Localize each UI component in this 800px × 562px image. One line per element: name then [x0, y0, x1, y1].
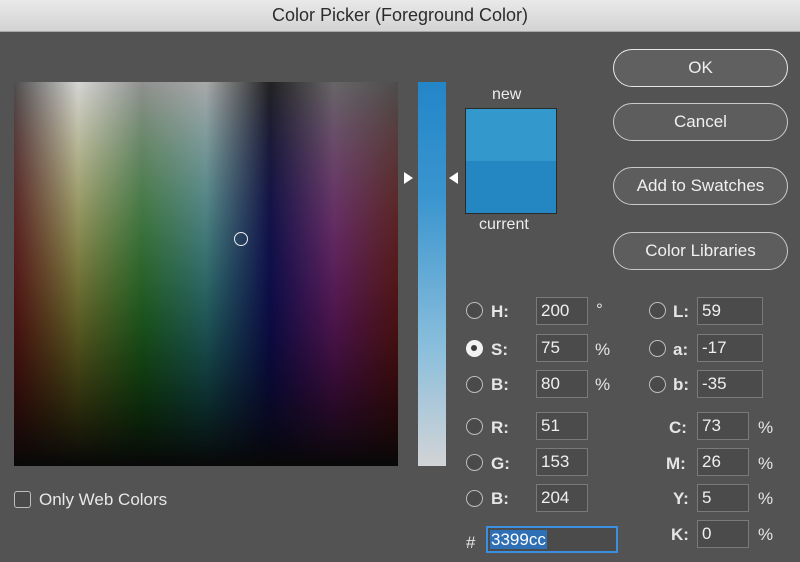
red-radio[interactable]: [466, 418, 483, 435]
magenta-unit: %: [758, 454, 774, 473]
magenta-label: M:: [666, 454, 686, 473]
cyan-field[interactable]: 73: [697, 412, 749, 440]
swatch-current-label: current: [479, 216, 529, 233]
cyan-unit: %: [758, 418, 774, 437]
new-color-swatch: [466, 109, 556, 161]
a-channel-radio[interactable]: [649, 340, 666, 357]
hex-value: 3399cc: [490, 530, 547, 549]
brightness-radio[interactable]: [466, 376, 483, 393]
brightness-field[interactable]: 80: [536, 370, 588, 398]
green-label: G:: [491, 454, 510, 473]
color-field[interactable]: [14, 82, 398, 466]
a-channel-label: a:: [673, 340, 689, 359]
only-web-colors-label: Only Web Colors: [39, 490, 168, 509]
lightness-label: L:: [673, 302, 690, 321]
swatch-new-label: new: [492, 86, 522, 103]
black-unit: %: [758, 525, 774, 544]
green-radio[interactable]: [466, 454, 483, 471]
yellow-label: Y:: [673, 489, 689, 508]
cyan-label: C:: [669, 418, 687, 437]
ok-button[interactable]: OK: [613, 49, 788, 87]
red-field[interactable]: 51: [536, 412, 588, 440]
magenta-field[interactable]: 26: [697, 448, 749, 476]
add-to-swatches-button[interactable]: Add to Swatches: [613, 167, 788, 205]
current-color-swatch[interactable]: [466, 161, 556, 213]
color-field-cursor[interactable]: [234, 232, 248, 246]
window-title: Color Picker (Foreground Color): [0, 0, 800, 32]
saturation-radio[interactable]: [466, 340, 483, 357]
lightness-field[interactable]: 59: [697, 297, 763, 325]
yellow-unit: %: [758, 489, 774, 508]
hue-label: H:: [491, 302, 509, 321]
blue-field[interactable]: 204: [536, 484, 588, 512]
saturation-label: S:: [491, 340, 508, 359]
hue-unit: °: [596, 300, 603, 319]
color-swatch: [465, 108, 557, 214]
blue-label: B:: [491, 489, 509, 508]
hex-label: #: [466, 533, 476, 552]
b-channel-label: b:: [673, 375, 690, 394]
green-field[interactable]: 153: [536, 448, 588, 476]
saturation-slider[interactable]: [418, 82, 446, 466]
saturation-field[interactable]: 75: [536, 334, 588, 362]
blue-radio[interactable]: [466, 490, 483, 507]
b-channel-radio[interactable]: [649, 376, 666, 393]
lightness-radio[interactable]: [649, 302, 666, 319]
saturation-unit: %: [595, 340, 611, 359]
cancel-button[interactable]: Cancel: [613, 103, 788, 141]
only-web-colors-checkbox[interactable]: [14, 491, 31, 508]
black-field[interactable]: 0: [697, 520, 749, 548]
color-libraries-button[interactable]: Color Libraries: [613, 232, 788, 270]
hue-field[interactable]: 200: [536, 297, 588, 325]
brightness-label: B:: [491, 375, 509, 394]
hue-radio[interactable]: [466, 302, 483, 319]
black-label: K:: [671, 525, 689, 544]
hex-field[interactable]: 3399cc: [486, 526, 618, 553]
slider-right-arrow-icon[interactable]: [449, 172, 458, 184]
red-label: R:: [491, 418, 509, 437]
b-channel-field[interactable]: -35: [697, 370, 763, 398]
slider-left-arrow-icon[interactable]: [404, 172, 413, 184]
brightness-unit: %: [595, 375, 611, 394]
a-channel-field[interactable]: -17: [697, 334, 763, 362]
yellow-field[interactable]: 5: [697, 484, 749, 512]
